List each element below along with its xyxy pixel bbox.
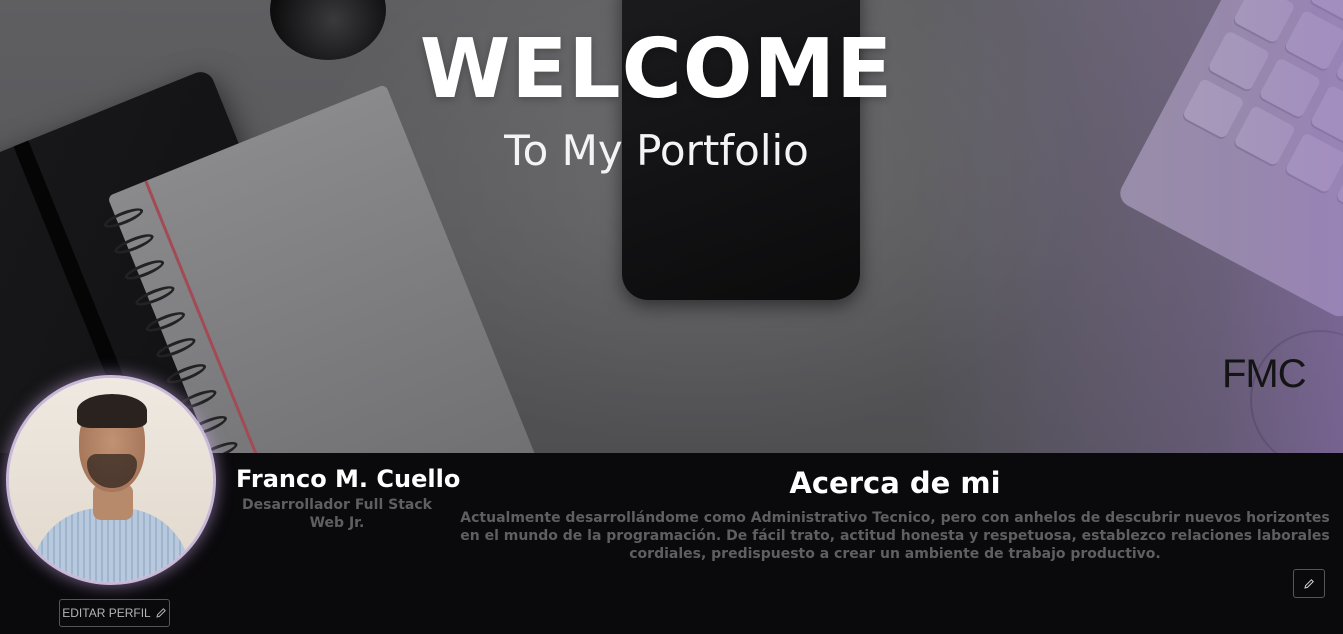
welcome-title: WELCOME <box>419 22 894 117</box>
edit-profile-button[interactable]: EDITAR PERFIL <box>59 599 170 627</box>
profile-name: Franco M. Cuello <box>236 465 461 493</box>
brand-logo: FMC <box>1222 352 1307 396</box>
edit-about-button[interactable] <box>1293 569 1325 598</box>
about-text: Actualmente desarrollándome como Adminis… <box>460 510 1330 562</box>
pencil-icon <box>1304 578 1314 589</box>
profile-role: Desarrollador Full Stack Web Jr. <box>242 497 432 531</box>
avatar <box>9 378 213 582</box>
about-title: Acerca de mi <box>789 466 1001 500</box>
pencil-icon <box>156 608 166 618</box>
welcome-subtitle: To My Portfolio <box>504 126 809 175</box>
edit-profile-label: EDITAR PERFIL <box>62 606 151 620</box>
